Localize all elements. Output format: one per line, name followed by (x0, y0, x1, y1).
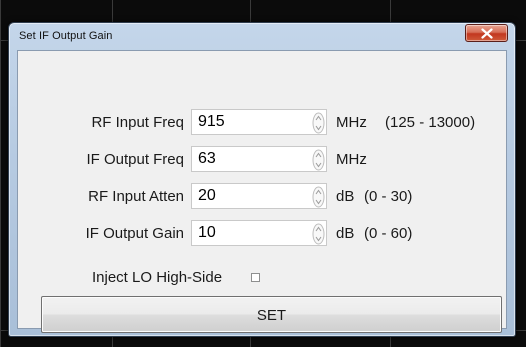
inject-lo-checkbox[interactable] (251, 273, 260, 282)
rf-input-freq-input[interactable]: 915 (191, 109, 311, 135)
rf-input-atten-unit: dB (336, 188, 355, 205)
set-button[interactable]: SET (41, 296, 502, 333)
dialog-window: Set IF Output Gain RF Input Freq 915 MHz… (8, 22, 516, 337)
close-x-icon (481, 28, 493, 39)
spinner-arrows-icon (312, 223, 325, 245)
spinner-arrows-icon (312, 149, 325, 171)
rf-input-atten-label: RF Input Atten (88, 188, 184, 205)
if-output-gain-range: (0 - 60) (364, 225, 413, 242)
if-output-gain-row: IF Output Gain 10 dB (0 - 60) (18, 220, 506, 248)
if-output-gain-unit: dB (336, 225, 355, 242)
rf-input-atten-value: 20 (198, 187, 216, 204)
rf-input-freq-value: 915 (198, 113, 225, 130)
rf-input-freq-label: RF Input Freq (91, 114, 184, 131)
if-output-gain-value: 10 (198, 224, 216, 241)
rf-input-atten-spinner[interactable] (311, 183, 327, 209)
rf-input-freq-unit: MHz (336, 114, 367, 131)
rf-input-atten-input[interactable]: 20 (191, 183, 311, 209)
dialog-client-area: RF Input Freq 915 MHz (125 - 13000) IF O… (17, 50, 507, 333)
title-bar[interactable]: Set IF Output Gain (9, 23, 515, 49)
rf-input-atten-range: (0 - 30) (364, 188, 413, 205)
inject-lo-row: Inject LO High-Side (18, 267, 506, 289)
close-button[interactable] (465, 24, 508, 42)
rf-input-freq-spinner[interactable] (311, 109, 327, 135)
if-output-freq-label: IF Output Freq (86, 151, 184, 168)
rf-input-freq-row: RF Input Freq 915 MHz (125 - 13000) (18, 109, 506, 137)
spinner-arrows-icon (312, 112, 325, 134)
if-output-freq-spinner[interactable] (311, 146, 327, 172)
window-title: Set IF Output Gain (19, 30, 113, 42)
rf-input-freq-range: (125 - 13000) (385, 114, 476, 131)
if-output-gain-spinner[interactable] (311, 220, 327, 246)
if-output-gain-label: IF Output Gain (85, 225, 184, 242)
spinner-arrows-icon (312, 186, 325, 208)
rf-input-atten-row: RF Input Atten 20 dB (0 - 30) (18, 183, 506, 211)
if-output-gain-input[interactable]: 10 (191, 220, 311, 246)
if-output-freq-input[interactable]: 63 (191, 146, 311, 172)
if-output-freq-unit: MHz (336, 151, 367, 168)
inject-lo-label: Inject LO High-Side (92, 269, 223, 286)
set-button-label: SET (256, 307, 287, 324)
if-output-freq-value: 63 (198, 150, 216, 167)
if-output-freq-row: IF Output Freq 63 MHz (18, 146, 506, 174)
